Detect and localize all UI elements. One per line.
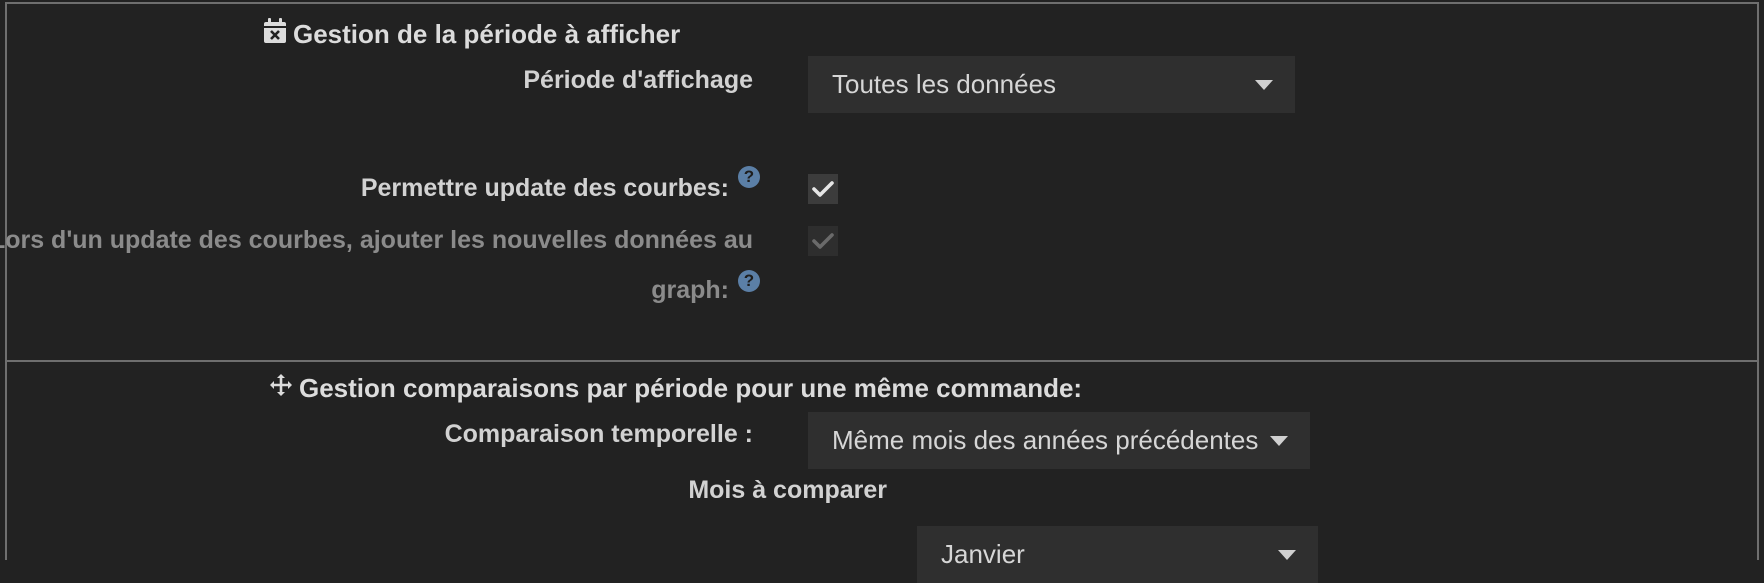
calendar-x-icon [263, 18, 287, 51]
checkmark-icon [812, 181, 834, 197]
comparison-section: Gestion comparaisons par période pour un… [5, 360, 1759, 583]
temporal-comparison-select[interactable]: Même mois des années précédentes [808, 412, 1310, 469]
chevron-down-icon [1255, 79, 1273, 90]
comparison-section-title: Gestion comparaisons par période pour un… [299, 373, 1083, 403]
temporal-comparison-label: Comparaison temporelle : [444, 420, 753, 448]
period-section: Gestion de la période à afficher Période… [0, 2, 1759, 362]
append-data-checkbox[interactable] [808, 226, 838, 256]
display-period-value: Toutes les données [832, 69, 1057, 99]
chevron-down-icon [1278, 549, 1296, 560]
period-section-header: Gestion de la période à afficher [263, 18, 680, 51]
display-period-label: Période d'affichage [523, 66, 753, 94]
move-arrows-icon [269, 373, 293, 404]
help-icon[interactable]: ? [738, 166, 760, 188]
period-section-title: Gestion de la période à afficher [293, 19, 681, 49]
chevron-down-icon [1270, 435, 1288, 446]
append-data-label-line1: Lors d'un update des courbes, ajouter le… [0, 226, 753, 254]
month-label: Mois à comparer [688, 476, 887, 504]
allow-update-label: Permettre update des courbes: [360, 174, 729, 202]
display-period-select[interactable]: Toutes les données [808, 56, 1295, 113]
temporal-comparison-value: Même mois des années précédentes [832, 425, 1259, 455]
checkmark-icon [812, 233, 834, 249]
month-select[interactable]: Janvier [917, 526, 1318, 583]
month-value: Janvier [941, 539, 1025, 569]
append-data-label-line2: graph: [651, 276, 729, 304]
allow-update-checkbox[interactable] [808, 174, 838, 204]
comparison-section-header: Gestion comparaisons par période pour un… [269, 373, 1082, 404]
help-icon[interactable]: ? [738, 270, 760, 292]
